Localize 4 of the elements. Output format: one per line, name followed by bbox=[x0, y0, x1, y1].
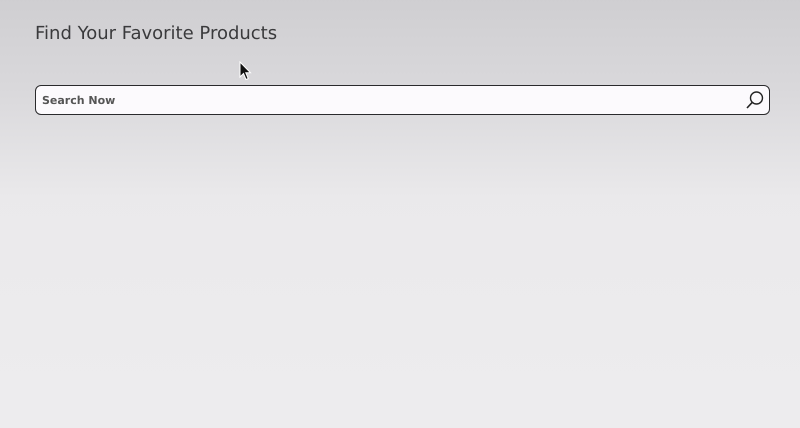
search-field[interactable]: Search Now bbox=[35, 85, 770, 115]
mouse-pointer-icon bbox=[239, 61, 252, 81]
search-icon[interactable] bbox=[745, 90, 765, 110]
page-title: Find Your Favorite Products bbox=[35, 22, 278, 46]
